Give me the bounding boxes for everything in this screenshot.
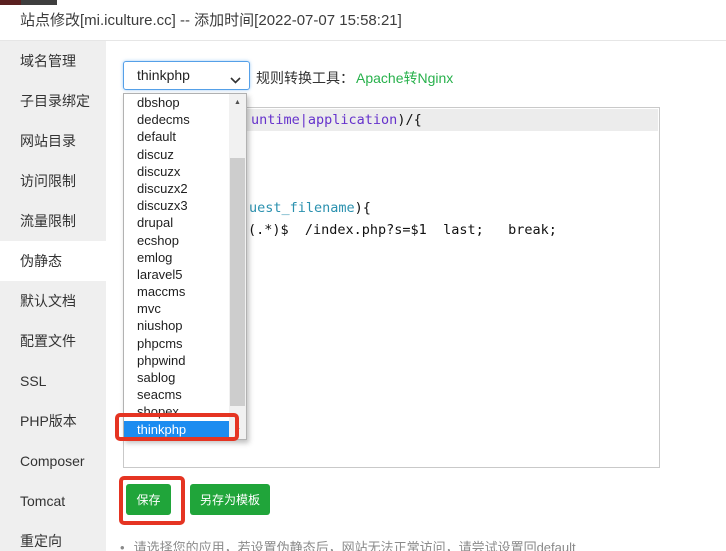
dropdown-option-thinkphp[interactable]: thinkphp [124, 420, 229, 438]
dropdown-option-discuzx[interactable]: discuzx [124, 163, 229, 180]
hint-text: 请选择您的应用，若设置伪静态后，网站无法正常访问，请尝试设置回default [133, 540, 576, 551]
save-button[interactable]: 保存 [126, 484, 171, 515]
code-fragment-line-4: uest_filename){ [249, 200, 371, 216]
dropdown-option-mvc[interactable]: mvc [124, 300, 229, 317]
sidebar-item-3[interactable]: 访问限制 [0, 161, 106, 201]
dropdown-option-sablog[interactable]: sablog [124, 369, 229, 386]
sidebar-item-1[interactable]: 子目录绑定 [0, 81, 106, 121]
dropdown-option-phpcms[interactable]: phpcms [124, 335, 229, 352]
sidebar-item-9[interactable]: PHP版本 [0, 401, 106, 441]
bullet: • [120, 540, 125, 551]
rewrite-template-select[interactable]: thinkphp [123, 61, 250, 90]
sidebar-item-2[interactable]: 网站目录 [0, 121, 106, 161]
sidebar-item-6[interactable]: 默认文档 [0, 281, 106, 321]
select-value: thinkphp [137, 67, 190, 83]
converter-tool-label: 规则转换工具： [256, 70, 354, 86]
sidebar-item-7[interactable]: 配置文件 [0, 321, 106, 361]
dialog-title: 站点修改[mi.iculture.cc] -- 添加时间[2022-07-07 … [20, 12, 402, 29]
scroll-up-icon[interactable]: ▲ [229, 94, 246, 111]
dropdown-options: dbshop dedecms default discuz discuzx discuzx… [124, 94, 229, 439]
apache-to-nginx-link[interactable]: Apache转Nginx [356, 68, 453, 88]
dropdown-option-laravel5[interactable]: laravel5 [124, 266, 229, 283]
dropdown-option-default[interactable]: default [124, 128, 229, 145]
hint-note: • 请选择您的应用，若设置伪静态后，网站无法正常访问，请尝试设置回default [120, 537, 700, 551]
sidebar-item-4[interactable]: 流量限制 [0, 201, 106, 241]
dropdown-option-discuzx3[interactable]: discuzx3 [124, 197, 229, 214]
code-fragment-line-5: (.*)$ /index.php?s=$1 last; break; [248, 222, 557, 238]
browser-edge-artifact-dark [21, 0, 57, 5]
dropdown-option-dedecms[interactable]: dedecms [124, 111, 229, 128]
rewrite-template-dropdown: dbshop dedecms default discuz discuzx discuzx… [123, 93, 247, 440]
browser-edge-artifact [0, 0, 21, 5]
settings-sidebar: 域名管理 子目录绑定 网站目录 访问限制 流量限制 伪静态 默认文档 配置文件 SSL PHP版本… [0, 41, 106, 551]
dropdown-option-drupal[interactable]: drupal [124, 214, 229, 231]
sidebar-item-11[interactable]: Tomcat [0, 481, 106, 521]
chevron-down-icon [230, 71, 241, 87]
sidebar-item-12[interactable]: 重定向 [0, 521, 106, 551]
dropdown-option-dbshop[interactable]: dbshop [124, 94, 229, 111]
dropdown-scrollbar[interactable]: ▲ ▼ [229, 94, 246, 439]
dropdown-option-shopex[interactable]: shopex [124, 403, 229, 420]
dropdown-option-maccms[interactable]: maccms [124, 283, 229, 300]
dropdown-option-emlog[interactable]: emlog [124, 249, 229, 266]
sidebar-item-5[interactable]: 伪静态 [0, 241, 106, 281]
sidebar-item-0[interactable]: 域名管理 [0, 41, 106, 81]
sidebar-item-10[interactable]: Composer [0, 441, 106, 481]
dropdown-option-phpwind[interactable]: phpwind [124, 352, 229, 369]
dialog-titlebar: 站点修改[mi.iculture.cc] -- 添加时间[2022-07-07 … [0, 0, 726, 41]
dropdown-option-niushop[interactable]: niushop [124, 317, 229, 334]
scroll-down-icon[interactable]: ▼ [229, 422, 246, 439]
code-fragment-line-0: untime|application)/{ [251, 112, 422, 128]
dropdown-option-discuz[interactable]: discuz [124, 146, 229, 163]
sidebar-item-8[interactable]: SSL [0, 361, 106, 401]
scrollbar-thumb[interactable] [230, 158, 245, 406]
dropdown-option-discuzx2[interactable]: discuzx2 [124, 180, 229, 197]
dropdown-option-ecshop[interactable]: ecshop [124, 232, 229, 249]
site-modify-dialog: 站点修改[mi.iculture.cc] -- 添加时间[2022-07-07 … [0, 0, 726, 551]
save-as-template-button[interactable]: 另存为模板 [190, 484, 271, 515]
dropdown-option-seacms[interactable]: seacms [124, 386, 229, 403]
